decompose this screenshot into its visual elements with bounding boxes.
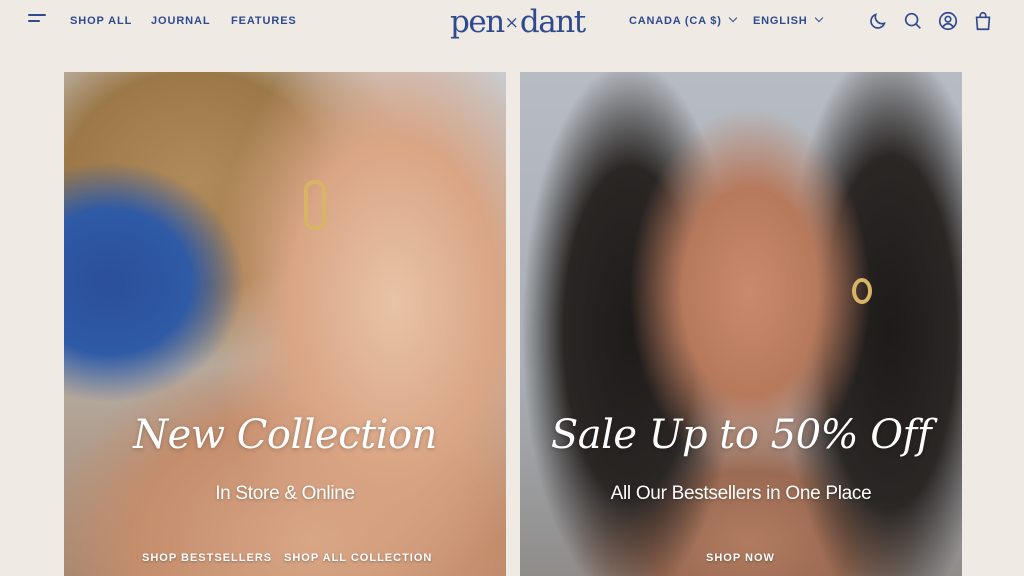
earring-image-detail bbox=[304, 180, 326, 230]
chevron-down-icon bbox=[728, 13, 737, 23]
promo-panel-sale[interactable]: Sale Up to 50% Off All Our Bestsellers i… bbox=[520, 72, 962, 576]
menu-icon[interactable] bbox=[28, 14, 46, 26]
nav-features[interactable]: FEATURES bbox=[231, 15, 297, 27]
logo-text-left: pen bbox=[450, 4, 505, 40]
moon-icon[interactable] bbox=[867, 10, 889, 32]
chevron-down-icon bbox=[814, 13, 823, 23]
search-icon[interactable] bbox=[902, 10, 924, 32]
nav-shop-all[interactable]: SHOP ALL bbox=[70, 15, 132, 27]
cart-icon[interactable] bbox=[972, 10, 994, 32]
panel-title: New Collection bbox=[133, 412, 437, 458]
brand-logo[interactable]: pen×dant bbox=[450, 2, 586, 42]
earring-image-detail bbox=[852, 278, 872, 304]
shop-now-link[interactable]: SHOP NOW bbox=[706, 552, 775, 564]
account-icon[interactable] bbox=[937, 10, 959, 32]
currency-label: CANADA (CA $) bbox=[629, 15, 722, 27]
language-label: ENGLISH bbox=[753, 15, 808, 27]
shop-bestsellers-link[interactable]: SHOP BESTSELLERS bbox=[142, 552, 272, 564]
logo-text-right: dant bbox=[519, 4, 586, 40]
logo-times-glyph: × bbox=[504, 13, 519, 33]
site-header: SHOP ALL JOURNAL FEATURES pen×dant CANAD… bbox=[0, 0, 1024, 44]
panel-title: Sale Up to 50% Off bbox=[550, 412, 932, 458]
language-selector[interactable]: ENGLISH bbox=[753, 13, 823, 27]
shop-all-collection-link[interactable]: SHOP ALL COLLECTION bbox=[284, 552, 432, 564]
currency-selector[interactable]: CANADA (CA $) bbox=[629, 13, 737, 27]
nav-journal[interactable]: JOURNAL bbox=[151, 15, 210, 27]
promo-panel-new-collection[interactable]: New Collection In Store & Online SHOP BE… bbox=[64, 72, 506, 576]
panel-subtitle: All Our Bestsellers in One Place bbox=[610, 483, 872, 504]
panel-subtitle: In Store & Online bbox=[215, 483, 355, 504]
